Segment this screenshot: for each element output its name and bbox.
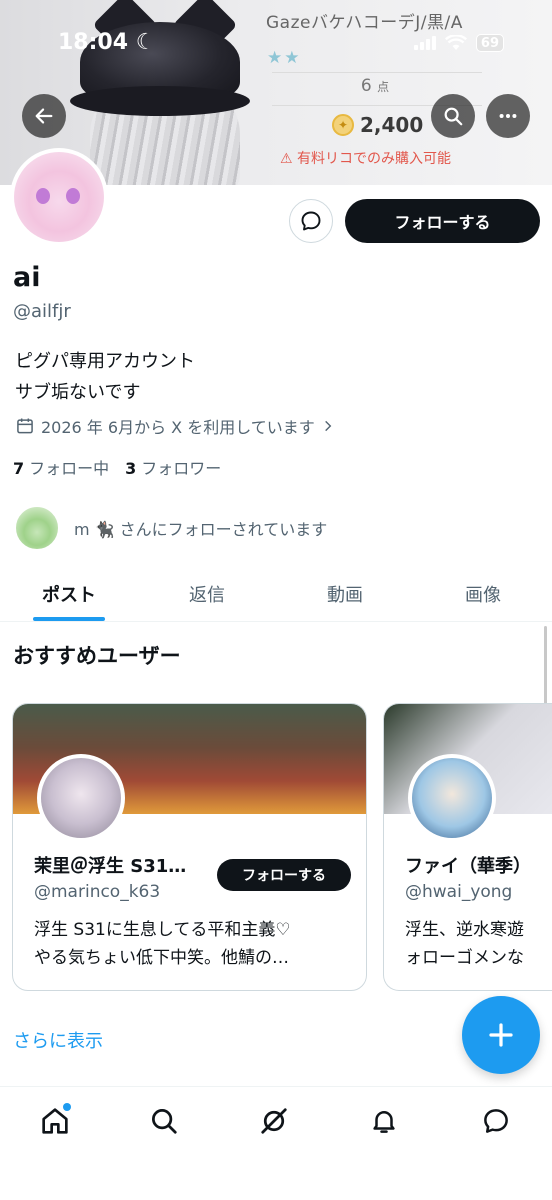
card-bio: 浮生、逆水寒遊 ォローゴメンな	[405, 920, 524, 968]
profile-handle: @ailfjr	[13, 301, 71, 322]
calendar-icon	[17, 418, 33, 434]
nav-messages[interactable]	[476, 1101, 516, 1141]
search-icon	[152, 1109, 177, 1134]
followed-by[interactable]: m 🐈‍⬛ さんにフォローされています	[14, 505, 327, 551]
battery-indicator: 69	[475, 34, 504, 52]
profile-name: ai	[13, 262, 41, 293]
card-name: ファイ（華季）	[405, 856, 531, 877]
card-handle: @marinco_k63	[34, 882, 161, 902]
followers-link[interactable]: 3 フォロワー	[125, 455, 221, 479]
follow-button[interactable]: フォローする	[345, 199, 540, 243]
more-options-button[interactable]	[486, 94, 530, 138]
tab-posts[interactable]: ポスト	[0, 566, 138, 621]
rating-stars: ★★	[267, 48, 302, 68]
tab-images[interactable]: 画像	[414, 566, 552, 621]
arrow-left-icon	[35, 108, 53, 124]
recommended-user-card[interactable]: ファイ（華季） @hwai_yong 浮生、逆水寒遊 ォローゴメンな	[383, 703, 552, 991]
follower-avatar	[14, 505, 60, 551]
wifi-icon	[444, 35, 467, 50]
item-info-panel: GazeバケハコーデJ/黒/A ★★ 6 点 ✦ 2,400 ⚠ 有料リコでのみ…	[262, 0, 488, 185]
back-button[interactable]	[22, 94, 66, 138]
notifications-icon	[373, 1111, 395, 1133]
compose-post-button[interactable]	[462, 996, 540, 1074]
item-title: GazeバケハコーデJ/黒/A	[266, 13, 463, 33]
following-link[interactable]: 7 フォロー中	[13, 455, 109, 479]
joined-date[interactable]: 2026 年 6月から X を利用しています	[15, 414, 335, 438]
profile-bio: ピグパ専用アカウント サブ垢ないです	[15, 351, 195, 403]
chevron-right-icon	[324, 420, 332, 432]
tab-videos[interactable]: 動画	[276, 566, 414, 621]
item-price: ✦ 2,400	[332, 113, 423, 137]
follow-stats: 7 フォロー中 3 フォロワー	[13, 455, 221, 479]
plus-icon	[489, 1023, 513, 1047]
card-follow-button[interactable]: フォローする	[217, 859, 351, 891]
profile-tabs: ポスト 返信 動画 画像	[0, 566, 552, 622]
recommended-users-title: おすすめユーザー	[13, 644, 181, 668]
search-icon	[444, 107, 463, 126]
status-time: 18:04 ☾	[58, 30, 156, 55]
tab-replies[interactable]: 返信	[138, 566, 276, 621]
item-points: 6 点	[360, 76, 390, 96]
nav-search[interactable]	[144, 1101, 184, 1141]
notification-dot	[63, 1103, 71, 1111]
recommended-user-card[interactable]: 茉里＠浮生 S31… @marinco_k63 フォローする 浮生 S31に生息…	[12, 703, 367, 991]
bottom-navigation	[0, 1086, 552, 1200]
card-handle: @hwai_yong	[405, 882, 513, 902]
card-avatar	[408, 754, 496, 842]
show-more-link[interactable]: さらに表示	[13, 1027, 103, 1053]
card-avatar	[37, 754, 125, 842]
moon-icon: ☾	[135, 30, 156, 55]
nav-home[interactable]	[35, 1101, 75, 1141]
card-bio: 浮生 S31に生息してる平和主義♡ やる気ちょい低下中笑。他鯖の…	[34, 920, 291, 968]
nav-notifications[interactable]	[364, 1101, 404, 1141]
chat-bubble-icon	[301, 211, 321, 231]
purchase-warning: ⚠ 有料リコでのみ購入可能	[280, 151, 452, 167]
grok-icon	[261, 1108, 287, 1134]
profile-avatar[interactable]	[10, 148, 108, 246]
card-name: 茉里＠浮生 S31…	[34, 856, 187, 877]
banner-character-image	[70, 0, 260, 185]
signal-icon	[413, 36, 436, 50]
search-button[interactable]	[431, 94, 475, 138]
nav-grok[interactable]	[254, 1101, 294, 1141]
message-button[interactable]	[289, 199, 333, 243]
messages-icon	[484, 1109, 508, 1133]
more-horizontal-icon	[499, 113, 517, 119]
status-icons: 69	[413, 34, 504, 52]
coin-icon: ✦	[332, 114, 354, 136]
